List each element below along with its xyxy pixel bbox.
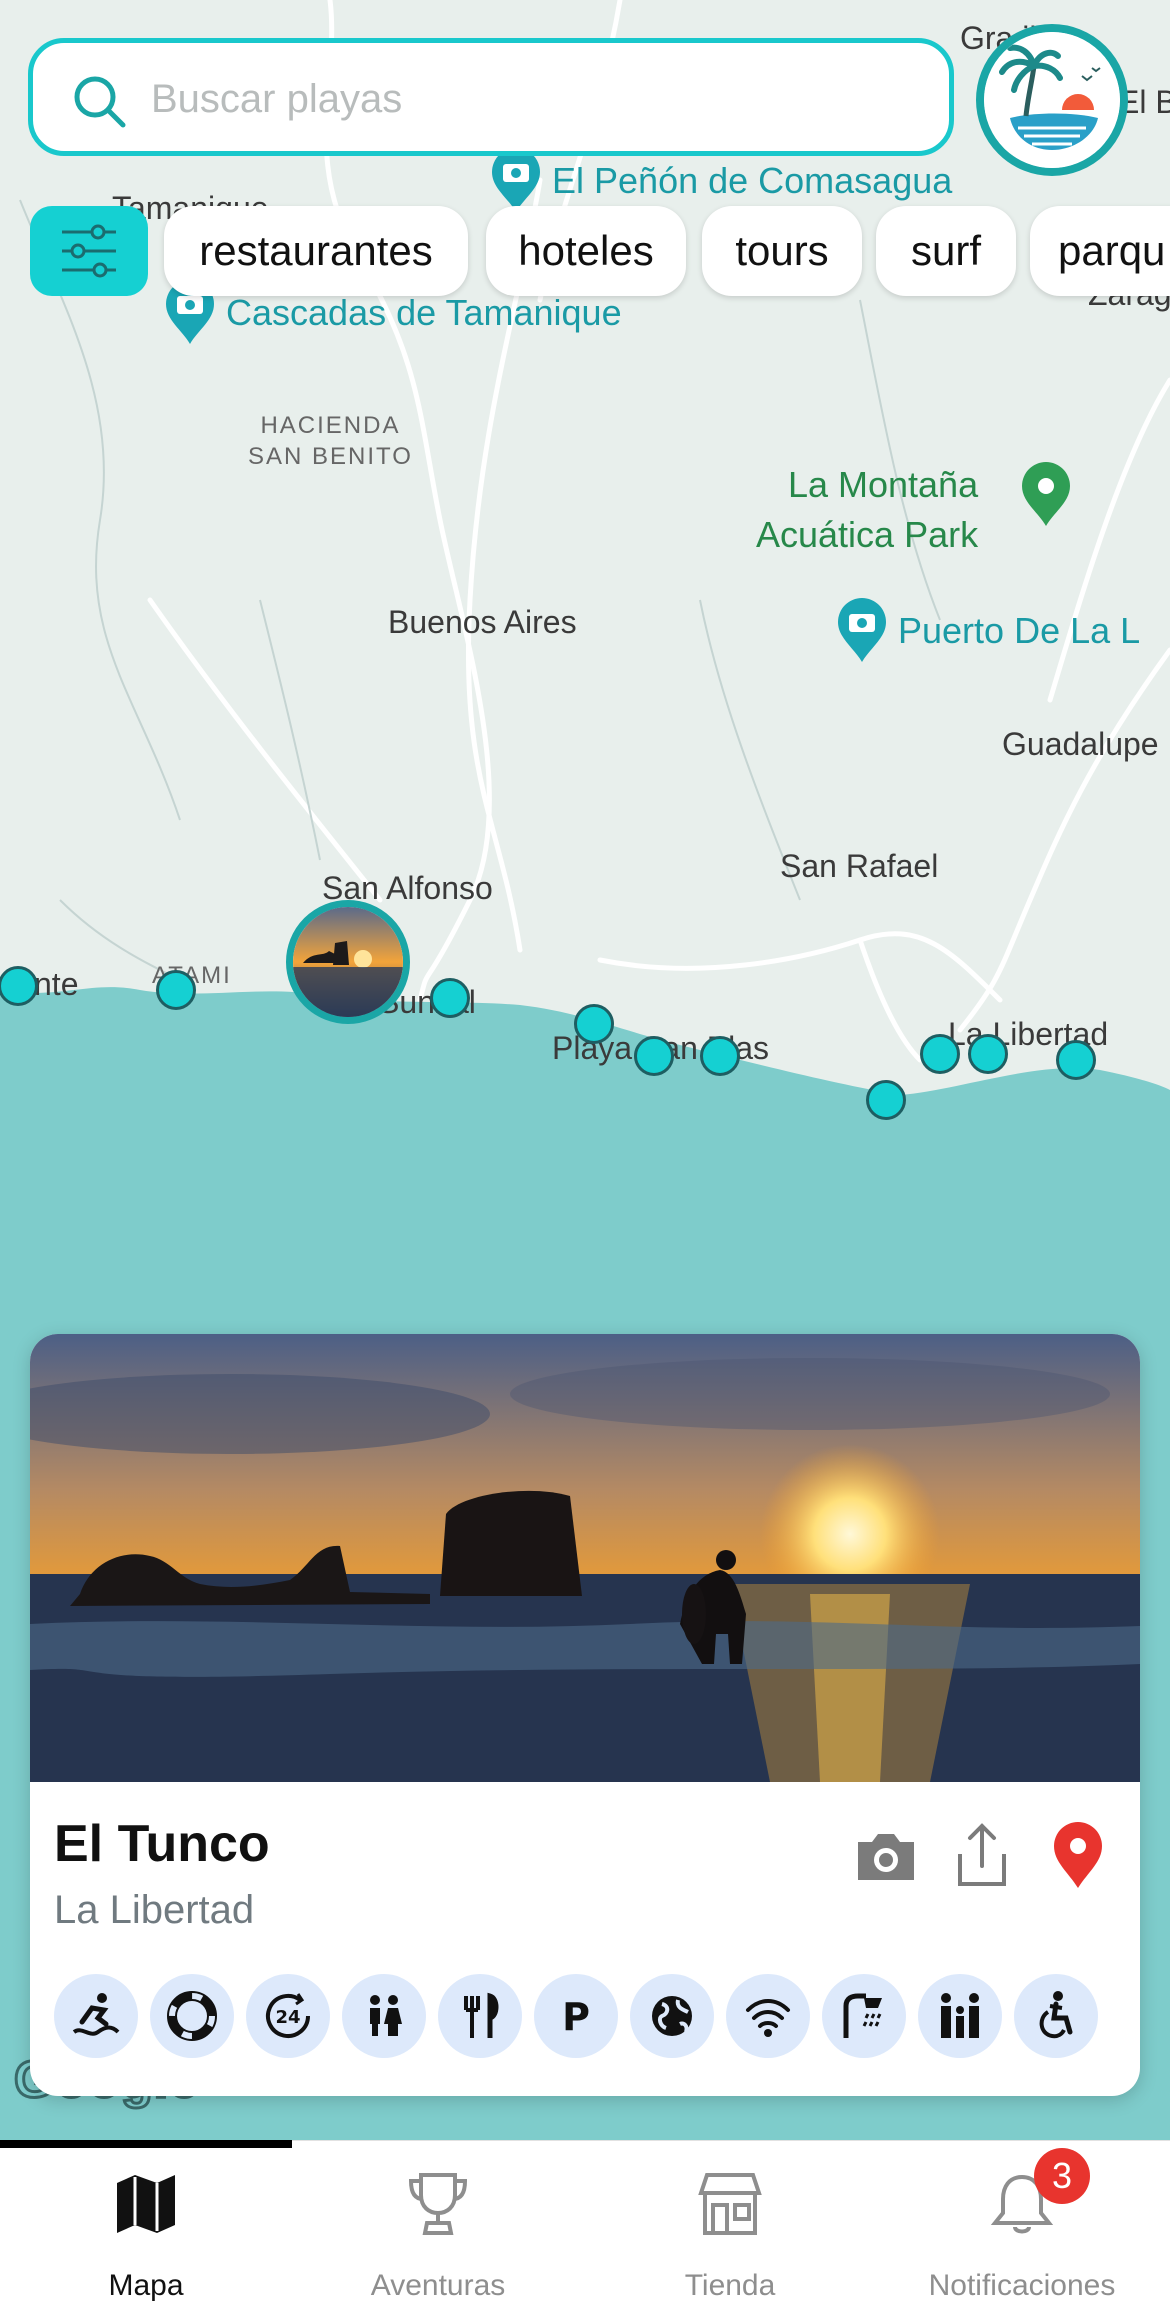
chip-parques[interactable]: parqu (1030, 206, 1170, 296)
sliders-icon (62, 224, 116, 278)
beach-name: El Tunco (54, 1815, 270, 1873)
camera-pin-icon (836, 598, 888, 664)
tab-label: Tienda (684, 2269, 776, 2302)
beach-marker[interactable] (866, 1080, 906, 1120)
tab-label: Mapa (108, 2269, 184, 2302)
share-icon[interactable] (944, 1818, 1020, 1894)
place-label: San Rafael (780, 848, 939, 884)
place-label: Guadalupe (1002, 726, 1159, 762)
svg-text:P: P (562, 1995, 590, 2039)
tab-bar: Mapa Aventuras Tienda Notificaciones (0, 2140, 1170, 2310)
parking-icon: P (534, 1974, 618, 2058)
lifeguard-icon (150, 1974, 234, 2058)
beach-marker[interactable] (700, 1036, 740, 1076)
park-pin-icon[interactable] (1020, 462, 1072, 528)
chip-restaurantes[interactable]: restaurantes (164, 206, 468, 296)
surf-icon (54, 1974, 138, 2058)
location-pin-icon[interactable] (1040, 1818, 1116, 1894)
beach-photo (30, 1334, 1140, 1782)
chip-hoteles[interactable]: hoteles (486, 206, 686, 296)
selected-beach-marker[interactable] (286, 900, 410, 1024)
beach-marker[interactable] (634, 1036, 674, 1076)
poi-montana[interactable]: La Montaña Acuática Park (756, 460, 978, 560)
tab-tienda[interactable]: Tienda (584, 2141, 876, 2310)
tab-mapa[interactable]: Mapa (0, 2141, 292, 2310)
trophy-icon (403, 2169, 473, 2239)
place-label: nte (34, 966, 79, 1002)
globe-icon (630, 1974, 714, 2058)
accessibility-icon (1014, 1974, 1098, 2058)
camera-pin-icon (490, 148, 542, 214)
store-icon (695, 2169, 765, 2239)
restaurant-icon (438, 1974, 522, 2058)
place-label: Buenos Aires (388, 604, 577, 640)
beach-card[interactable]: El Tunco La Libertad 24 P (30, 1334, 1140, 2096)
chip-surf[interactable]: surf (876, 206, 1016, 296)
tab-notificaciones[interactable]: Notificaciones (876, 2141, 1168, 2310)
tab-aventuras[interactable]: Aventuras (292, 2141, 584, 2310)
24-hours-icon: 24 (246, 1974, 330, 2058)
poi-label: Cascadas de Tamanique (226, 292, 622, 333)
wifi-icon (726, 1974, 810, 2058)
beach-marker[interactable] (968, 1034, 1008, 1074)
beach-marker[interactable] (1056, 1040, 1096, 1080)
chip-tours[interactable]: tours (702, 206, 862, 296)
poi-label: Puerto De La L (898, 610, 1141, 651)
filter-button[interactable] (30, 206, 148, 296)
palm-sunset-logo-icon (984, 32, 1120, 168)
beach-region: La Libertad (54, 1888, 255, 1932)
search-input[interactable] (149, 73, 913, 125)
tab-label: Aventuras (370, 2269, 506, 2302)
family-icon (918, 1974, 1002, 2058)
search-bar[interactable] (28, 38, 954, 156)
beach-marker[interactable] (574, 1004, 614, 1044)
poi-label: El Peñón de Comasagua (552, 160, 953, 201)
notification-badge: 3 (1034, 2148, 1090, 2204)
poi-puerto[interactable]: Puerto De La L (836, 598, 1140, 664)
beach-marker[interactable] (430, 978, 470, 1018)
place-label: HACIENDA SAN BENITO (248, 412, 413, 470)
svg-text:24: 24 (275, 2007, 300, 2028)
beach-marker[interactable] (156, 970, 196, 1010)
restroom-icon (342, 1974, 426, 2058)
beach-marker[interactable] (920, 1034, 960, 1074)
active-tab-indicator (0, 2140, 292, 2148)
poi-penon[interactable]: El Peñón de Comasagua (490, 148, 952, 214)
tab-label: Notificaciones (928, 2269, 1116, 2302)
app-logo-button[interactable] (976, 24, 1128, 176)
search-icon (69, 71, 129, 136)
poi-label: La Montaña (787, 464, 979, 505)
poi-label: Acuática Park (756, 514, 979, 555)
shower-icon (822, 1974, 906, 2058)
map-icon (111, 2169, 181, 2239)
camera-icon[interactable] (848, 1818, 924, 1894)
